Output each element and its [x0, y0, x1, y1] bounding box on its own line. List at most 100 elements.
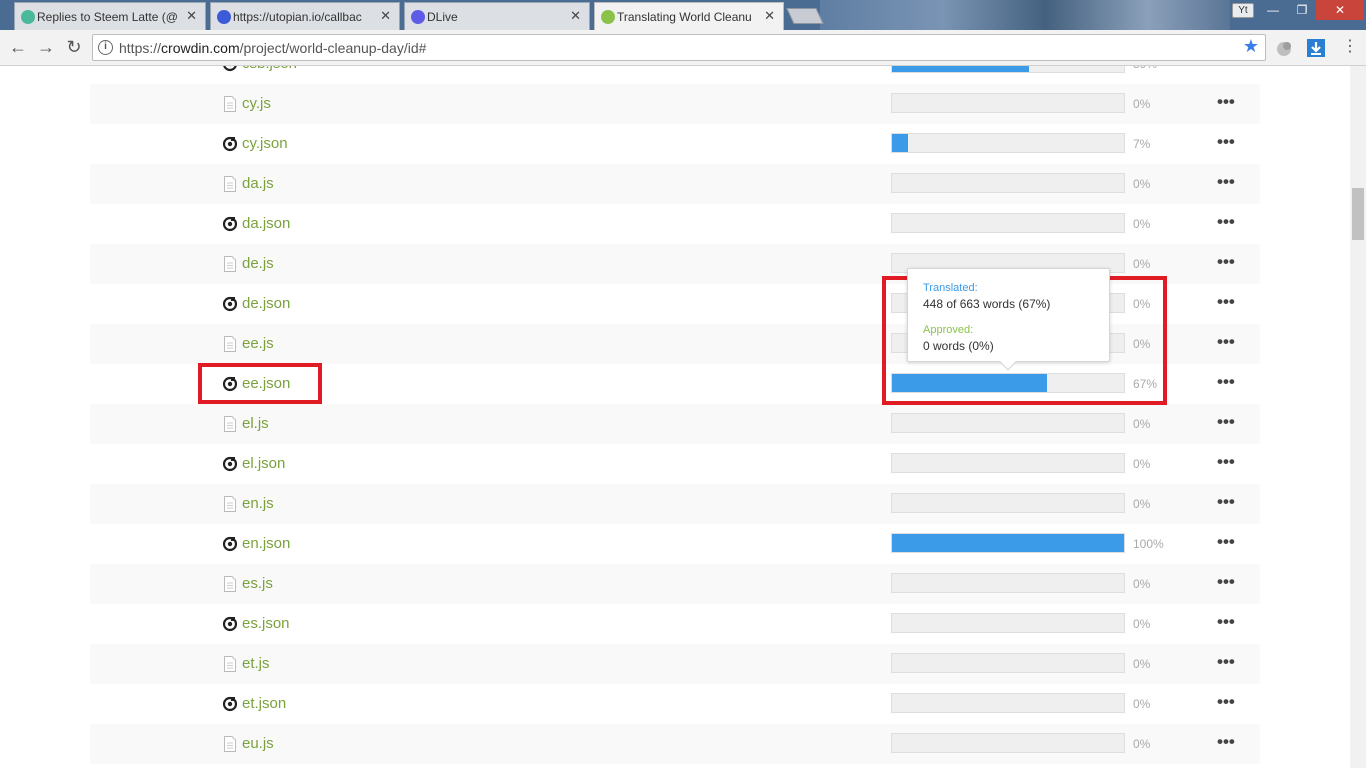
progress-percent: 0%	[1133, 177, 1151, 191]
progress-percent: 0%	[1133, 737, 1151, 751]
more-options-icon[interactable]: •••	[1217, 132, 1235, 152]
file-name-link[interactable]: cy.js	[242, 95, 271, 112]
url-host: crowdin.com	[161, 40, 240, 56]
reload-icon[interactable]: ↻	[62, 36, 86, 60]
translation-progress-bar[interactable]	[891, 573, 1125, 593]
window-close-icon[interactable]: ✕	[1316, 0, 1364, 20]
translation-progress-bar[interactable]	[891, 693, 1125, 713]
back-arrow-icon[interactable]: ←	[6, 36, 30, 60]
progress-percent: 0%	[1133, 257, 1151, 271]
more-options-icon[interactable]: •••	[1217, 612, 1235, 632]
json-file-icon	[222, 536, 238, 552]
address-bar[interactable]: i https://crowdin.com/project/world-clea…	[92, 34, 1266, 61]
progress-percent: 59%	[1133, 66, 1157, 71]
file-row: es.js 0% •••	[90, 564, 1260, 604]
file-row: eu.js 0% •••	[90, 724, 1260, 764]
more-options-icon[interactable]: •••	[1217, 572, 1235, 592]
tab-favicon-icon	[601, 10, 615, 24]
more-options-icon[interactable]: •••	[1217, 492, 1235, 512]
file-name-link[interactable]: en.json	[242, 535, 290, 552]
file-name-link[interactable]: cy.json	[242, 135, 288, 152]
file-row: csb.json 59% •••	[90, 66, 1260, 84]
tab-close-icon[interactable]: ✕	[380, 8, 391, 24]
desktop-wallpaper	[820, 0, 1230, 30]
file-name-link[interactable]: el.json	[242, 455, 285, 472]
more-options-icon[interactable]: •••	[1217, 332, 1235, 352]
progress-percent: 7%	[1133, 137, 1151, 151]
site-info-icon[interactable]: i	[98, 40, 113, 55]
more-options-icon[interactable]: •••	[1217, 532, 1235, 552]
translation-progress-bar[interactable]	[891, 133, 1125, 153]
more-options-icon[interactable]: •••	[1217, 92, 1235, 112]
file-name-link[interactable]: et.json	[242, 695, 286, 712]
progress-percent: 0%	[1133, 217, 1151, 231]
browser-tab-3[interactable]: DLive ✕	[404, 2, 590, 30]
download-icon[interactable]	[1306, 38, 1326, 58]
translation-progress-bar[interactable]	[891, 413, 1125, 433]
restore-icon[interactable]: ❐	[1288, 0, 1316, 20]
file-row: cy.js 0% •••	[90, 84, 1260, 124]
file-name-link[interactable]: ee.js	[242, 335, 274, 352]
file-name-link[interactable]: da.js	[242, 175, 274, 192]
browser-tab-4[interactable]: Translating World Cleanu ✕	[594, 2, 784, 30]
more-options-icon[interactable]: •••	[1217, 372, 1235, 392]
file-name-link[interactable]: eu.js	[242, 735, 274, 752]
new-tab-button[interactable]	[786, 8, 824, 24]
more-options-icon[interactable]: •••	[1217, 66, 1235, 72]
browser-tab-1[interactable]: Replies to Steem Latte (@ ✕	[14, 2, 206, 30]
translation-progress-bar[interactable]	[891, 93, 1125, 113]
browser-tab-2[interactable]: https://utopian.io/callbac ✕	[210, 2, 400, 30]
more-options-icon[interactable]: •••	[1217, 252, 1235, 272]
more-options-icon[interactable]: •••	[1217, 652, 1235, 672]
translation-progress-bar[interactable]	[891, 453, 1125, 473]
progress-percent: 0%	[1133, 617, 1151, 631]
more-options-icon[interactable]: •••	[1217, 292, 1235, 312]
browser-toolbar: ← → ↻ i https://crowdin.com/project/worl…	[0, 30, 1366, 66]
vertical-scrollbar[interactable]	[1350, 66, 1366, 768]
file-name-link[interactable]: de.js	[242, 255, 274, 272]
file-row: et.json 0% •••	[90, 684, 1260, 724]
translation-progress-bar[interactable]	[891, 66, 1125, 73]
translation-progress-bar[interactable]	[891, 653, 1125, 673]
document-icon	[223, 176, 237, 192]
tab-close-icon[interactable]: ✕	[186, 8, 197, 24]
translation-progress-bar[interactable]	[891, 533, 1125, 553]
translation-progress-bar[interactable]	[891, 733, 1125, 753]
file-name-link[interactable]: et.js	[242, 655, 270, 672]
file-name-link[interactable]: es.json	[242, 615, 290, 632]
more-options-icon[interactable]: •••	[1217, 172, 1235, 192]
file-name-link[interactable]: da.json	[242, 215, 290, 232]
translation-progress-bar[interactable]	[891, 213, 1125, 233]
extension-icon[interactable]	[1274, 38, 1294, 58]
file-name-link[interactable]: en.js	[242, 495, 274, 512]
file-row: el.json 0% •••	[90, 444, 1260, 484]
translation-progress-bar[interactable]	[891, 173, 1125, 193]
bookmark-star-icon[interactable]: ★	[1243, 36, 1259, 57]
file-name-link[interactable]: de.json	[242, 295, 290, 312]
forward-arrow-icon[interactable]: →	[34, 36, 58, 60]
more-options-icon[interactable]: •••	[1217, 412, 1235, 432]
file-name-link[interactable]: csb.json	[242, 66, 297, 72]
user-profile-badge[interactable]: Yt	[1232, 3, 1254, 18]
more-options-icon[interactable]: •••	[1217, 732, 1235, 752]
file-name-link[interactable]: es.js	[242, 575, 273, 592]
tab-close-icon[interactable]: ✕	[764, 8, 775, 24]
progress-percent: 0%	[1133, 97, 1151, 111]
scrollbar-thumb[interactable]	[1352, 188, 1364, 240]
more-options-icon[interactable]: •••	[1217, 452, 1235, 472]
translation-progress-bar[interactable]	[891, 613, 1125, 633]
tab-close-icon[interactable]: ✕	[570, 8, 581, 24]
more-options-icon[interactable]: •••	[1217, 692, 1235, 712]
file-name-link[interactable]: el.js	[242, 415, 269, 432]
tab-favicon-icon	[217, 10, 231, 24]
tooltip-translated-value: 448 of 663 words (67%)	[923, 297, 1051, 311]
more-options-icon[interactable]: •••	[1217, 212, 1235, 232]
chrome-menu-icon[interactable]: ⋮	[1338, 36, 1362, 60]
tab-favicon-icon	[21, 10, 35, 24]
minimize-icon[interactable]: —	[1258, 0, 1288, 20]
tab-title: https://utopian.io/callbac	[233, 9, 362, 24]
url-text[interactable]: https://crowdin.com/project/world-cleanu…	[119, 40, 426, 56]
translation-progress-bar[interactable]	[891, 493, 1125, 513]
file-row: es.json 0% •••	[90, 604, 1260, 644]
page-content: csb.json 59% ••• cy.js 0% ••• cy.json 7% ••• da.j…	[0, 66, 1350, 768]
